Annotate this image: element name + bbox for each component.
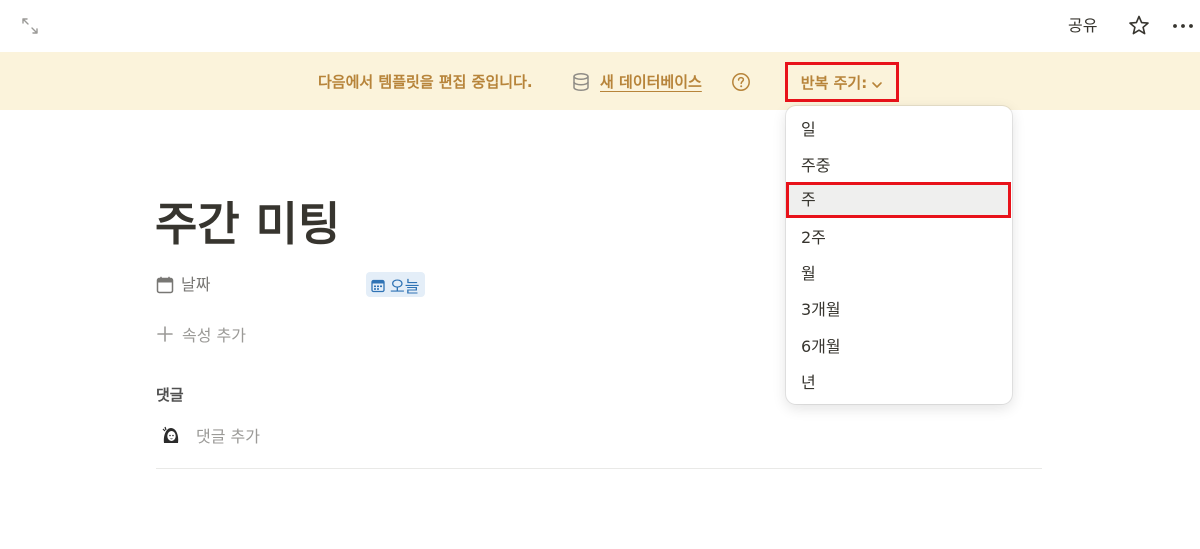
property-value-text: 오늘 [390, 276, 420, 296]
top-bar: 공유 [0, 0, 1200, 52]
banner-message: 다음에서 템플릿을 편집 중입니다. [318, 73, 533, 91]
plus-icon [156, 325, 174, 343]
repeat-interval-label: 반복 주기: [800, 73, 868, 92]
menu-item-quarterly[interactable]: 3개월 [786, 292, 1012, 328]
repeat-interval-menu: 일 주중 주 2주 월 3개월 6개월 년 [786, 106, 1012, 404]
menu-item-weekdays[interactable]: 주중 [786, 148, 1012, 184]
comments-heading: 댓글 [156, 386, 184, 404]
property-value-date[interactable]: 오늘 [366, 272, 426, 297]
repeat-interval-button[interactable]: 반복 주기: [785, 62, 899, 102]
comment-row: 댓글 추가 [160, 422, 260, 448]
property-label[interactable]: 날짜 [181, 274, 210, 296]
star-icon[interactable] [1126, 13, 1152, 39]
page-title[interactable]: 주간 미팅 [155, 192, 340, 256]
calendar-icon [371, 278, 385, 292]
question-circle-icon[interactable] [731, 72, 751, 92]
template-banner: 다음에서 템플릿을 편집 중입니다. 새 데이터베이스 반복 주기: [0, 52, 1200, 110]
add-property-button[interactable]: 속성 추가 [156, 322, 246, 346]
calendar-icon [156, 276, 174, 294]
more-dots-icon[interactable] [1170, 13, 1196, 39]
add-property-label: 속성 추가 [182, 326, 246, 345]
database-icon [572, 72, 590, 92]
share-button[interactable]: 공유 [1068, 14, 1097, 38]
divider [156, 468, 1042, 469]
expand-arrows-icon[interactable] [20, 16, 40, 36]
property-row-date: 날짜 오늘 [156, 272, 446, 298]
menu-item-semiannual[interactable]: 6개월 [786, 329, 1012, 365]
chevron-down-icon [871, 76, 883, 88]
menu-item-weekly[interactable]: 주 [786, 182, 1011, 218]
avatar [160, 424, 182, 446]
menu-item-biweekly[interactable]: 2주 [786, 220, 1012, 256]
database-link[interactable]: 새 데이터베이스 [600, 72, 702, 92]
menu-item-monthly[interactable]: 월 [786, 256, 1012, 292]
menu-item-daily[interactable]: 일 [786, 112, 1012, 148]
menu-item-yearly[interactable]: 년 [786, 365, 1012, 401]
comment-input[interactable]: 댓글 추가 [196, 423, 260, 447]
